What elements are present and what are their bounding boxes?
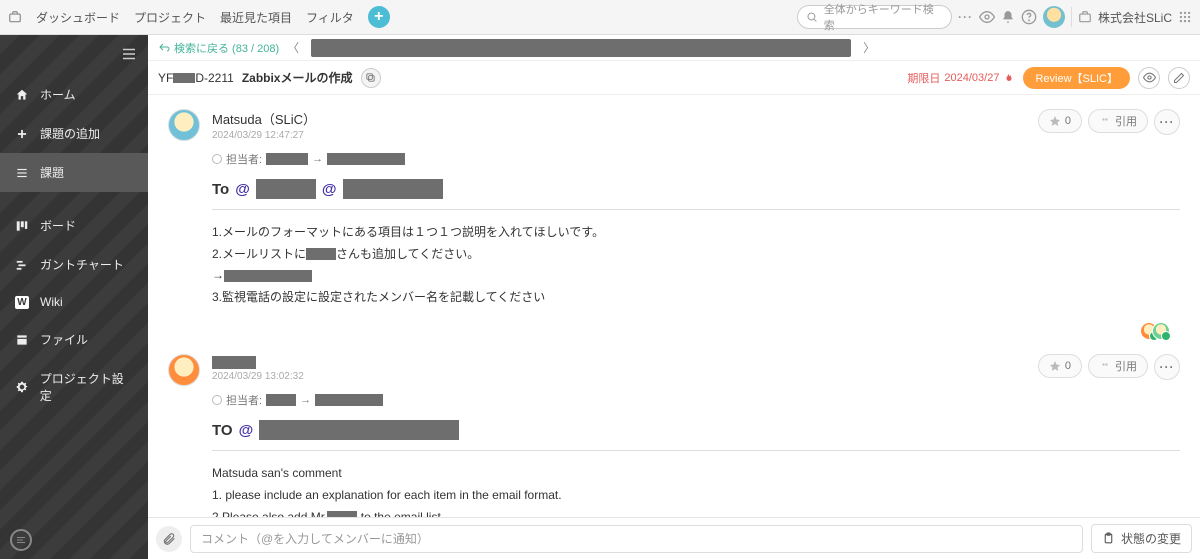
nav-projects[interactable]: プロジェクト: [134, 9, 206, 26]
comment-text: Matsuda san's comment 1. please include …: [212, 463, 1180, 517]
add-button[interactable]: +: [368, 6, 390, 28]
sidebar-item-label: Wiki: [40, 295, 63, 309]
change-status-button[interactable]: 状態の変更: [1091, 524, 1192, 553]
issue-title-bar: YFD-2211 Zabbixメールの作成 期限日 2024/03/27 Rev…: [148, 61, 1200, 95]
top-bar: ダッシュボード プロジェクト 最近見た項目 フィルタ + 全体からキーワード検索…: [0, 0, 1200, 35]
hamburger-icon[interactable]: [120, 45, 138, 63]
clipboard-icon: [1102, 532, 1115, 545]
star-icon: [1049, 360, 1061, 372]
mention-icon: @: [322, 181, 337, 198]
user-avatar[interactable]: [1043, 6, 1065, 28]
sidebar-item-label: 課題の追加: [40, 125, 100, 142]
search-placeholder: 全体からキーワード検索: [824, 1, 943, 33]
home-icon: [14, 88, 30, 102]
sidebar: ホーム 課題の追加 課題 ボード ガントチャート W Wiki ファイル プロジェ…: [0, 35, 148, 559]
comment-to-line: To @ @: [212, 179, 1180, 199]
more-button[interactable]: ···: [1154, 109, 1180, 135]
comment-history: 担当者: →: [212, 151, 1180, 167]
comment-to-line: TO @: [212, 420, 1180, 440]
comment-timestamp: 2024/03/29 12:47:27: [212, 130, 1180, 141]
quote-button[interactable]: 引用: [1088, 354, 1148, 378]
bell-icon[interactable]: [1001, 10, 1015, 24]
more-icon[interactable]: ···: [958, 10, 973, 24]
quote-icon: [1099, 115, 1111, 127]
sidebar-item-files[interactable]: ファイル: [0, 320, 148, 359]
sidebar-item-settings[interactable]: プロジェクト設定: [0, 359, 148, 415]
status-chip[interactable]: Review【SLIC】: [1023, 67, 1130, 89]
sidebar-item-issues[interactable]: 課題: [0, 153, 148, 192]
issue-key: YFD-2211: [158, 71, 234, 85]
global-search[interactable]: 全体からキーワード検索: [797, 5, 952, 29]
apps-icon[interactable]: [1178, 10, 1192, 24]
issue-title: Zabbixメールの作成: [242, 69, 353, 86]
suitcase2-icon[interactable]: [1078, 10, 1092, 24]
comment-text: 1.メールのフォーマットにある項目は１つ１つ説明を入れてほしいです。 2.メール…: [212, 222, 1180, 308]
sidebar-item-label: ホーム: [40, 86, 76, 103]
attach-button[interactable]: [156, 526, 182, 552]
star-icon: [1049, 115, 1061, 127]
sidebar-item-gantt[interactable]: ガントチャート: [0, 245, 148, 284]
board-icon: [14, 219, 30, 233]
due-date: 期限日 2024/03/27: [907, 70, 1015, 86]
sidebar-item-label: プロジェクト設定: [40, 370, 134, 404]
back-to-search-link[interactable]: 検索に戻る (83 / 208): [158, 40, 279, 56]
breadcrumb-redacted: [311, 39, 851, 57]
commenter-avatar[interactable]: [168, 109, 200, 141]
sidebar-item-add-issue[interactable]: 課題の追加: [0, 114, 148, 153]
comment-footer: コメント（@を入力してメンバーに通知） 状態の変更: [148, 517, 1200, 559]
eye-icon[interactable]: [979, 9, 995, 25]
watch-icon[interactable]: [1138, 67, 1160, 89]
sidebar-item-label: ボード: [40, 217, 76, 234]
comment-author: [212, 354, 1180, 369]
chevron-right-icon[interactable]: 〉: [863, 39, 875, 56]
gear-icon: [14, 380, 30, 394]
paperclip-icon: [162, 532, 176, 546]
back-arrow-icon: [158, 42, 170, 54]
mention-icon: @: [239, 422, 254, 439]
sidebar-item-wiki[interactable]: W Wiki: [0, 284, 148, 320]
sidebar-item-home[interactable]: ホーム: [0, 75, 148, 114]
mention-icon: @: [235, 181, 250, 198]
more-button[interactable]: ···: [1154, 354, 1180, 380]
main-content: 検索に戻る (83 / 208) 〈 〉 YFD-2211 Zabbixメールの…: [148, 35, 1200, 559]
list-icon: [14, 166, 30, 180]
copy-icon[interactable]: [361, 68, 381, 88]
help-icon[interactable]: [1021, 9, 1037, 25]
plus-icon: [14, 127, 30, 141]
sidebar-corner-icon[interactable]: [10, 529, 32, 551]
edit-icon[interactable]: [1168, 67, 1190, 89]
commenter-avatar[interactable]: [168, 354, 200, 386]
wiki-icon: W: [14, 296, 30, 309]
comment-block: 0 引用 ··· 2024/03/29 13:02:32 担当者: → TO @…: [150, 344, 1198, 517]
sidebar-item-label: ガントチャート: [40, 256, 124, 273]
nav-dashboard[interactable]: ダッシュボード: [36, 9, 120, 26]
nav-recent[interactable]: 最近見た項目: [220, 9, 292, 26]
company-name[interactable]: 株式会社SLiC: [1098, 9, 1172, 26]
quote-button[interactable]: 引用: [1088, 109, 1148, 133]
comment-author: Matsuda（SLiC）: [212, 109, 1180, 128]
comment-input[interactable]: コメント（@を入力してメンバーに通知）: [190, 525, 1083, 553]
star-button[interactable]: 0: [1038, 354, 1082, 378]
comment-history: 担当者: →: [212, 392, 1180, 408]
gantt-icon: [14, 258, 30, 272]
chevron-left-icon[interactable]: 〈: [287, 39, 299, 56]
sidebar-item-board[interactable]: ボード: [0, 206, 148, 245]
breadcrumb-bar: 検索に戻る (83 / 208) 〈 〉: [148, 35, 1200, 61]
suitcase-icon[interactable]: [8, 10, 22, 24]
file-icon: [14, 333, 30, 347]
flame-icon: [1003, 72, 1015, 84]
quote-icon: [1099, 360, 1111, 372]
search-icon: [806, 11, 818, 23]
sidebar-item-label: ファイル: [40, 331, 88, 348]
sidebar-item-label: 課題: [40, 164, 64, 181]
comment-block: 0 引用 ··· Matsuda（SLiC） 2024/03/29 12:47:…: [150, 99, 1198, 318]
nav-filter[interactable]: フィルタ: [306, 9, 354, 26]
comment-timestamp: 2024/03/29 13:02:32: [212, 371, 1180, 382]
reader-avatar[interactable]: [1152, 322, 1170, 340]
comments-scroll[interactable]: 0 引用 ··· Matsuda（SLiC） 2024/03/29 12:47:…: [148, 95, 1200, 517]
star-button[interactable]: 0: [1038, 109, 1082, 133]
read-receipts: [150, 318, 1198, 344]
